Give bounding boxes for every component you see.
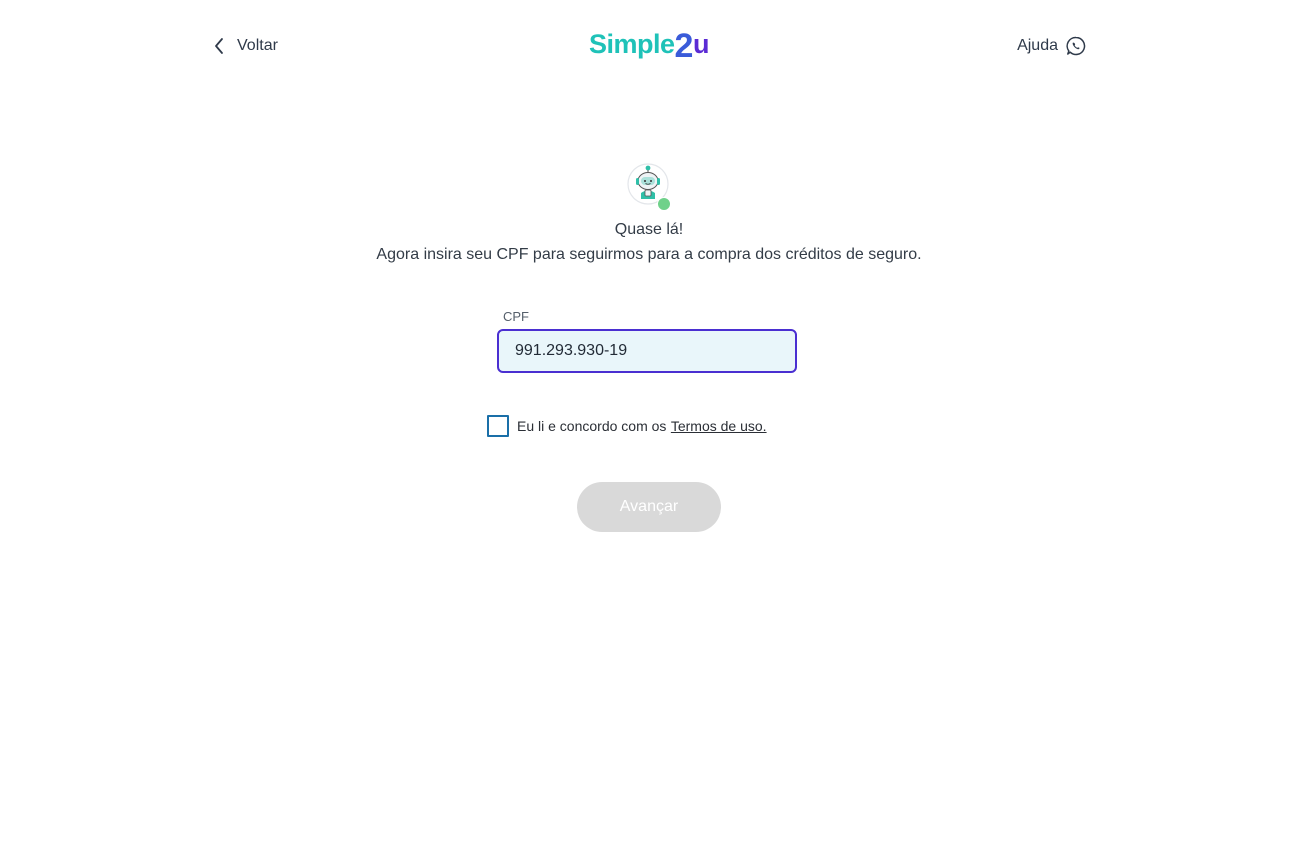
logo-text-2: 2 — [674, 27, 694, 65]
terms-of-use-link[interactable]: Termos de uso. — [671, 418, 767, 434]
back-label: Voltar — [237, 37, 278, 54]
whatsapp-icon — [1066, 36, 1086, 56]
terms-text: Eu li e concordo com os — [517, 418, 667, 434]
cpf-label: CPF — [503, 309, 529, 324]
back-button[interactable]: Voltar — [210, 34, 278, 58]
logo-text-simple: Simple — [589, 29, 675, 59]
help-button[interactable]: Ajuda — [1017, 34, 1086, 58]
headline: Quase lá! — [614, 221, 684, 238]
logo-text-u: u — [692, 29, 710, 59]
advance-button[interactable]: Avançar — [577, 482, 721, 532]
terms-checkbox[interactable] — [487, 415, 509, 437]
page: Voltar Simple 2 u Ajuda Quase lá! Agora … — [0, 0, 1298, 865]
simple2u-logo: Simple 2 u — [589, 24, 710, 65]
terms-agreement: Eu li e concordo com os Termos de uso. — [487, 413, 767, 439]
online-status-dot — [657, 197, 671, 211]
help-label: Ajuda — [1017, 37, 1058, 54]
chevron-left-icon — [210, 34, 228, 58]
cpf-input[interactable] — [497, 329, 797, 373]
instruction-text: Agora insira seu CPF para seguirmos para… — [376, 246, 922, 263]
